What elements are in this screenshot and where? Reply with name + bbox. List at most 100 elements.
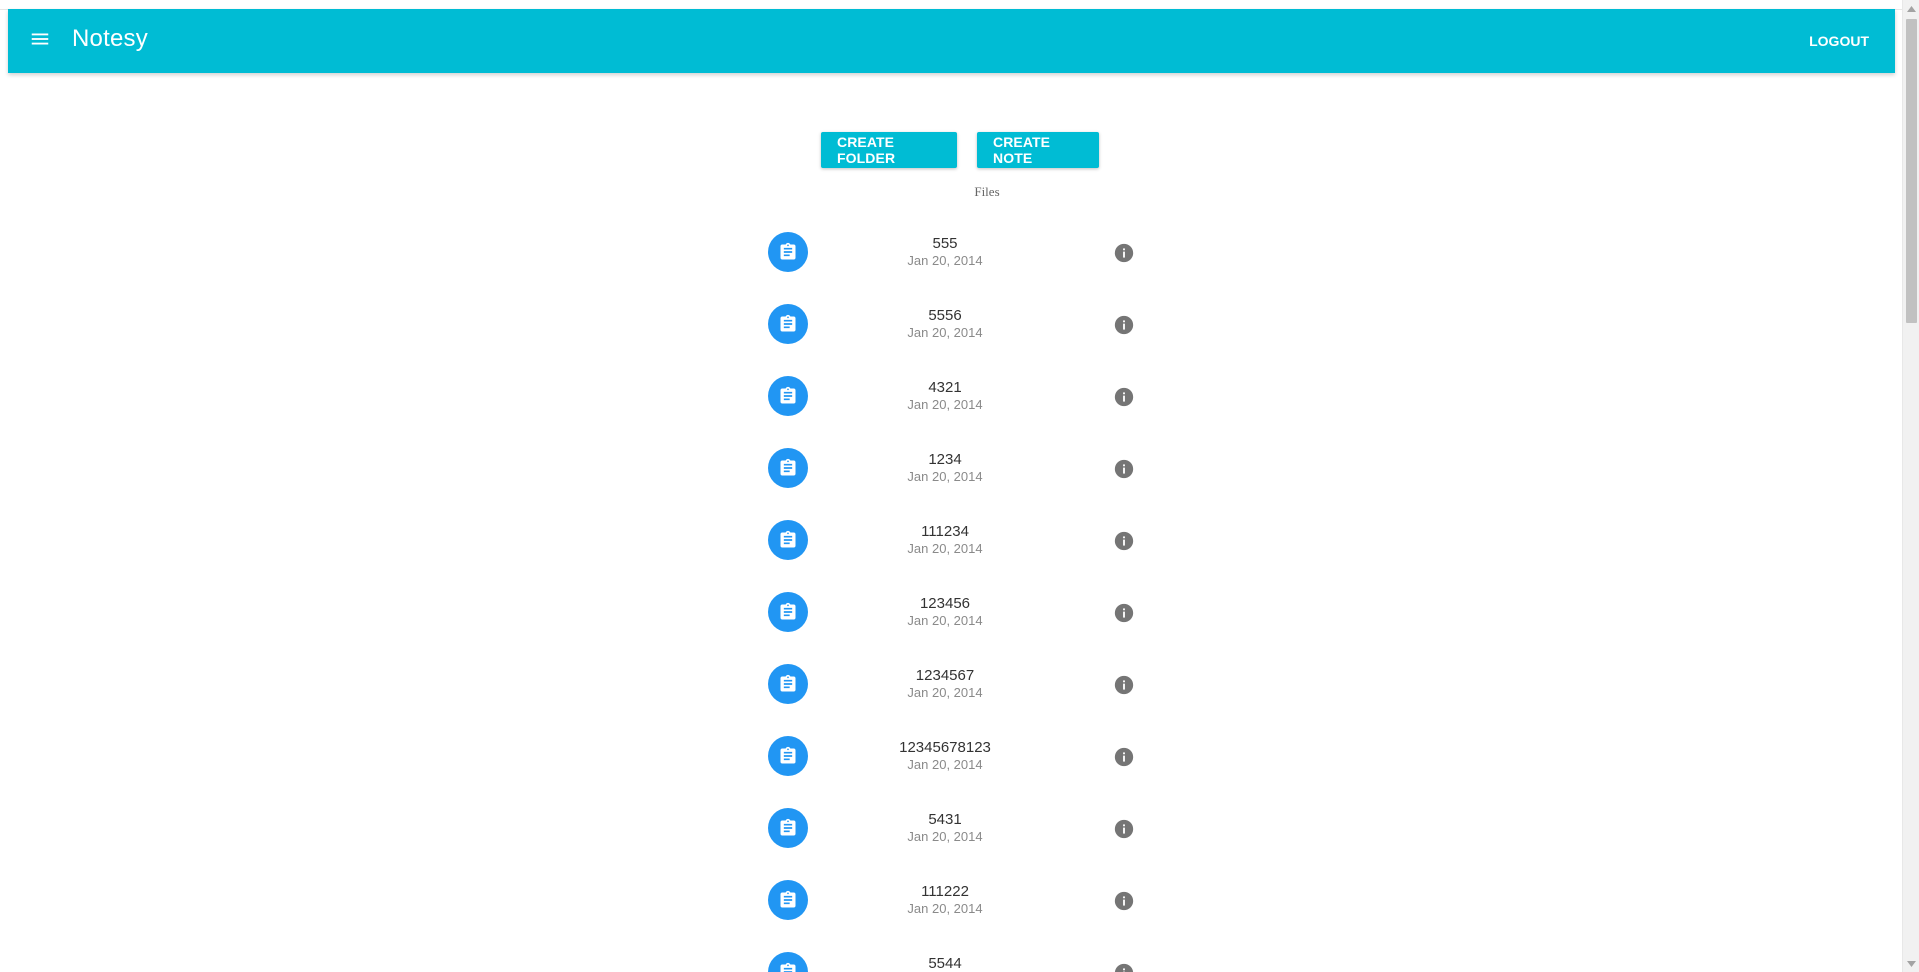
info-icon bbox=[1113, 746, 1135, 768]
info-button[interactable] bbox=[1112, 457, 1136, 481]
file-text: 4321 Jan 20, 2014 bbox=[865, 379, 1025, 413]
note-avatar[interactable] bbox=[768, 448, 808, 488]
clipboard-icon bbox=[778, 674, 798, 694]
file-date: Jan 20, 2014 bbox=[907, 901, 983, 916]
info-button[interactable] bbox=[1112, 817, 1136, 841]
menu-button[interactable] bbox=[22, 23, 58, 59]
scrollbar-thumb[interactable] bbox=[1906, 19, 1917, 323]
file-name: 4321 bbox=[928, 379, 962, 396]
info-icon bbox=[1113, 386, 1135, 408]
info-icon bbox=[1113, 818, 1135, 840]
file-text: 12345678123 Jan 20, 2014 bbox=[865, 739, 1025, 773]
file-text: 5431 Jan 20, 2014 bbox=[865, 811, 1025, 845]
file-date: Jan 20, 2014 bbox=[907, 685, 983, 700]
app-bar: Notesy LOGOUT bbox=[8, 9, 1895, 73]
file-date: Jan 20, 2014 bbox=[907, 469, 983, 484]
file-text: 111234 Jan 20, 2014 bbox=[865, 523, 1025, 557]
file-name: 111234 bbox=[921, 523, 969, 540]
clipboard-icon bbox=[778, 962, 798, 972]
note-avatar[interactable] bbox=[768, 376, 808, 416]
app-window: Notesy LOGOUT CREATE FOLDER CREATE NOTE … bbox=[0, 0, 1919, 972]
info-button[interactable] bbox=[1112, 385, 1136, 409]
info-button[interactable] bbox=[1112, 529, 1136, 553]
file-list-item[interactable]: 555 Jan 20, 2014 bbox=[765, 224, 1145, 296]
note-avatar[interactable] bbox=[768, 304, 808, 344]
file-list-item[interactable]: 1234567 Jan 20, 2014 bbox=[765, 656, 1145, 728]
clipboard-icon bbox=[778, 314, 798, 334]
file-list-item[interactable]: 111234 Jan 20, 2014 bbox=[765, 512, 1145, 584]
note-avatar[interactable] bbox=[768, 736, 808, 776]
logout-button[interactable]: LOGOUT bbox=[1797, 27, 1881, 55]
info-button[interactable] bbox=[1112, 889, 1136, 913]
files-heading: Files bbox=[974, 184, 1000, 199]
clipboard-icon bbox=[778, 242, 798, 262]
file-list-item[interactable]: 1234 Jan 20, 2014 bbox=[765, 440, 1145, 512]
note-avatar[interactable] bbox=[768, 808, 808, 848]
info-button[interactable] bbox=[1112, 745, 1136, 769]
info-button[interactable] bbox=[1112, 241, 1136, 265]
action-buttons: CREATE FOLDER CREATE NOTE bbox=[0, 132, 1902, 168]
info-icon bbox=[1113, 458, 1135, 480]
file-list-item[interactable]: 4321 Jan 20, 2014 bbox=[765, 368, 1145, 440]
clipboard-icon bbox=[778, 386, 798, 406]
menu-icon bbox=[29, 28, 51, 55]
file-name: 5544 bbox=[928, 955, 962, 972]
file-name: 1234567 bbox=[915, 667, 975, 684]
file-list-item[interactable]: 123456 Jan 20, 2014 bbox=[765, 584, 1145, 656]
file-text: 555 Jan 20, 2014 bbox=[865, 235, 1025, 269]
info-icon bbox=[1113, 242, 1135, 264]
file-name: 5431 bbox=[928, 811, 962, 828]
info-icon bbox=[1113, 314, 1135, 336]
info-button[interactable] bbox=[1112, 961, 1136, 972]
clipboard-icon bbox=[778, 818, 798, 838]
scroll-down-arrow-icon[interactable] bbox=[1903, 955, 1919, 972]
info-button[interactable] bbox=[1112, 313, 1136, 337]
file-date: Jan 20, 2014 bbox=[907, 613, 983, 628]
clipboard-icon bbox=[778, 890, 798, 910]
info-icon bbox=[1113, 962, 1135, 972]
file-list-item[interactable]: 5431 Jan 20, 2014 bbox=[765, 800, 1145, 872]
file-date: Jan 20, 2014 bbox=[907, 757, 983, 772]
note-avatar[interactable] bbox=[768, 592, 808, 632]
file-text: 5556 Jan 20, 2014 bbox=[865, 307, 1025, 341]
scroll-up-arrow-icon[interactable] bbox=[1903, 0, 1919, 17]
file-list-item[interactable]: 5544 bbox=[765, 944, 1145, 972]
file-text: 5544 bbox=[865, 955, 1025, 972]
note-avatar[interactable] bbox=[768, 952, 808, 972]
file-text: 1234567 Jan 20, 2014 bbox=[865, 667, 1025, 701]
file-name: 123456 bbox=[919, 595, 971, 612]
app-title: Notesy bbox=[72, 25, 148, 52]
note-avatar[interactable] bbox=[768, 232, 808, 272]
clipboard-icon bbox=[778, 530, 798, 550]
info-button[interactable] bbox=[1112, 601, 1136, 625]
clipboard-icon bbox=[778, 458, 798, 478]
file-text: 111222 Jan 20, 2014 bbox=[865, 883, 1025, 917]
file-date: Jan 20, 2014 bbox=[907, 541, 983, 556]
note-avatar[interactable] bbox=[768, 880, 808, 920]
file-list-item[interactable]: 12345678123 Jan 20, 2014 bbox=[765, 728, 1145, 800]
create-note-button[interactable]: CREATE NOTE bbox=[977, 132, 1099, 168]
file-list-item[interactable]: 5556 Jan 20, 2014 bbox=[765, 296, 1145, 368]
info-icon bbox=[1113, 602, 1135, 624]
vertical-scrollbar[interactable] bbox=[1902, 0, 1919, 972]
file-date: Jan 20, 2014 bbox=[907, 397, 983, 412]
info-button[interactable] bbox=[1112, 673, 1136, 697]
file-text: 123456 Jan 20, 2014 bbox=[865, 595, 1025, 629]
clipboard-icon bbox=[778, 746, 798, 766]
file-date: Jan 20, 2014 bbox=[907, 829, 983, 844]
note-avatar[interactable] bbox=[768, 520, 808, 560]
file-list: 555 Jan 20, 2014 5556 Jan 20, 2014 4321 Jan 2… bbox=[765, 224, 1145, 972]
file-date: Jan 20, 2014 bbox=[907, 325, 983, 340]
file-name: 1234 bbox=[928, 451, 962, 468]
create-folder-button[interactable]: CREATE FOLDER bbox=[821, 132, 957, 168]
file-list-item[interactable]: 111222 Jan 20, 2014 bbox=[765, 872, 1145, 944]
note-avatar[interactable] bbox=[768, 664, 808, 704]
info-icon bbox=[1113, 530, 1135, 552]
file-name: 12345678123 bbox=[899, 739, 991, 756]
file-text: 1234 Jan 20, 2014 bbox=[865, 451, 1025, 485]
info-icon bbox=[1113, 674, 1135, 696]
file-name: 555 bbox=[932, 235, 958, 252]
file-name: 111222 bbox=[921, 883, 969, 900]
file-name: 5556 bbox=[928, 307, 962, 324]
file-date: Jan 20, 2014 bbox=[907, 253, 983, 268]
